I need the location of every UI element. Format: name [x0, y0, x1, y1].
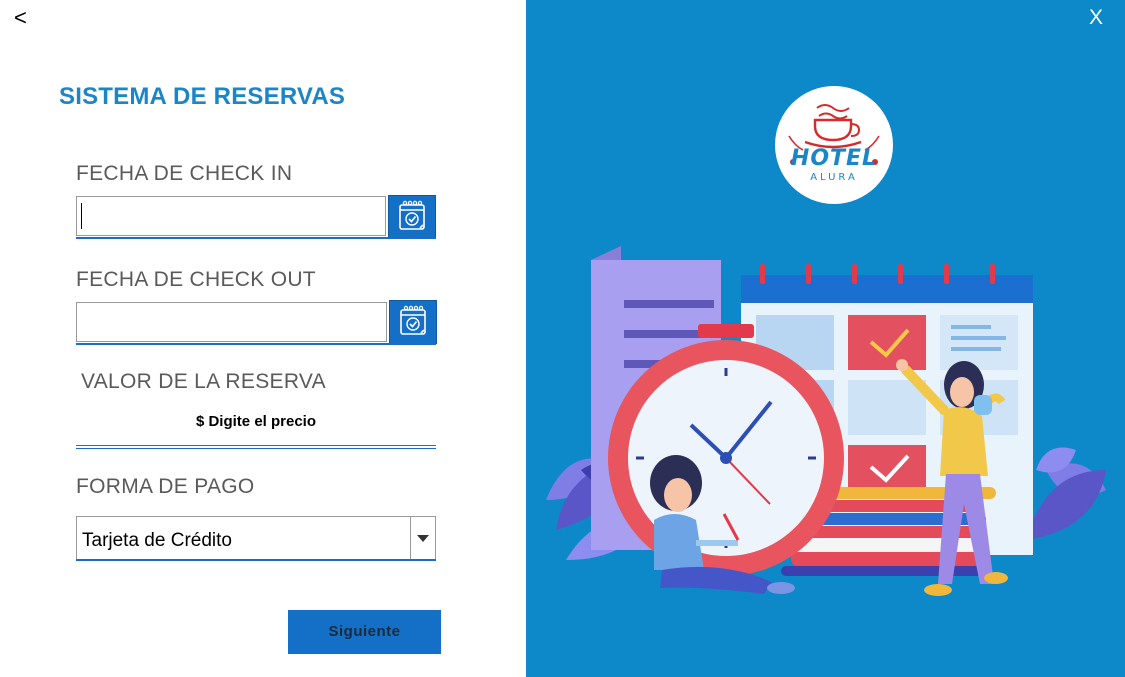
- checkin-label: FECHA DE CHECK IN: [76, 162, 293, 185]
- price-underline: [76, 445, 436, 446]
- pago-label: FORMA DE PAGO: [76, 475, 255, 498]
- valor-label: VALOR DE LA RESERVA: [81, 370, 326, 393]
- checkin-underline: [76, 237, 436, 239]
- checkin-calendar-button[interactable]: [388, 195, 436, 239]
- dropdown-toggle[interactable]: [410, 517, 435, 559]
- payment-method-select[interactable]: Tarjeta de Crédito: [76, 516, 436, 560]
- checkout-underline: [76, 343, 436, 345]
- reservation-illustration: [546, 246, 1106, 596]
- payment-method-value: Tarjeta de Crédito: [82, 530, 232, 551]
- checkin-date-field[interactable]: [76, 196, 386, 236]
- back-button[interactable]: <: [14, 6, 27, 30]
- payment-underline: [76, 559, 436, 561]
- illustration-panel: X HOTEL ALURA: [526, 0, 1125, 677]
- price-input[interactable]: $ Digite el precio: [76, 413, 436, 430]
- checkout-label: FECHA DE CHECK OUT: [76, 268, 316, 291]
- calendar-check-icon: [399, 200, 425, 230]
- checkout-date-field[interactable]: [76, 302, 387, 342]
- text-caret: [81, 203, 82, 229]
- checkout-calendar-button[interactable]: [389, 300, 437, 344]
- reservation-form-panel: < SISTEMA DE RESERVAS FECHA DE CHECK IN …: [0, 0, 526, 677]
- chevron-down-icon: [417, 535, 429, 542]
- page-title: SISTEMA DE RESERVAS: [59, 83, 346, 110]
- next-button[interactable]: Siguiente: [288, 610, 441, 654]
- calendar-check-icon: [400, 305, 426, 335]
- price-underline-2: [76, 448, 436, 449]
